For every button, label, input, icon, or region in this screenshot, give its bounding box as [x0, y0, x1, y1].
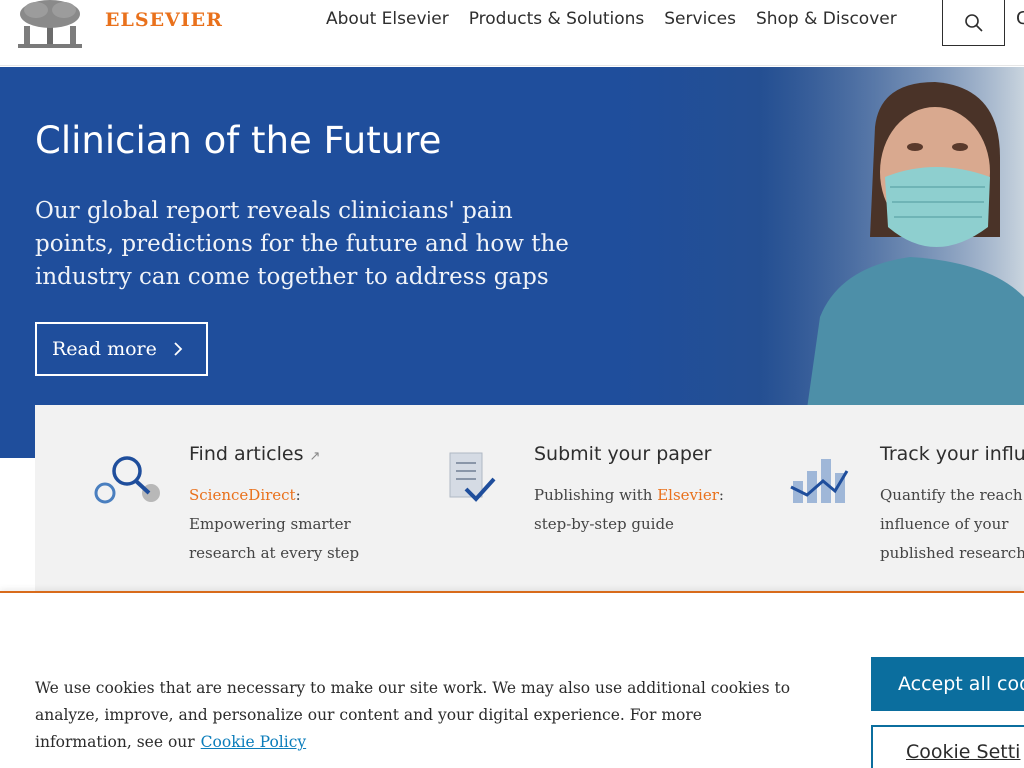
search-button[interactable] — [942, 0, 1005, 46]
card-track-influence[interactable]: Track your influ Quantify the reach infl… — [725, 405, 1024, 593]
read-more-button[interactable]: Read more — [35, 322, 208, 376]
hero-banner: Clinician of the Future Our global repor… — [0, 67, 1024, 458]
card-line: published research — [880, 544, 1024, 562]
hero-description: Our global report reveals clinicians' pa… — [35, 198, 569, 290]
nav-products[interactable]: Products & Solutions — [469, 9, 645, 29]
cookie-banner: We use cookies that are necessary to mak… — [0, 591, 1024, 768]
document-check-icon — [449, 452, 496, 502]
nav-services[interactable]: Services — [664, 9, 736, 29]
clinician-photo — [760, 67, 1024, 458]
cookie-message: We use cookies that are necessary to mak… — [35, 675, 795, 756]
card-line: Empowering smarter — [189, 515, 351, 533]
nav-about[interactable]: About Elsevier — [326, 9, 449, 29]
publishing-with-text: Publishing with — [534, 486, 658, 504]
card-find-articles[interactable]: Find articles ↗ ScienceDirect: Empowering… — [35, 405, 380, 593]
card-submit-paper[interactable]: Submit your paper Publishing with Elsevi… — [380, 405, 725, 593]
card-title-find-articles[interactable]: Find articles ↗ — [189, 443, 320, 465]
magnifier-icon — [94, 456, 160, 504]
card-text-track-influence: Quantify the reach influence of your pub… — [880, 481, 1024, 568]
bar-chart-icon — [790, 459, 849, 503]
colon-text: : — [718, 486, 724, 504]
cookie-policy-link[interactable]: Cookie Policy — [201, 733, 306, 751]
nav-overflow-glyph[interactable]: C — [1016, 8, 1024, 29]
cookie-settings-button[interactable]: Cookie Setti — [871, 725, 1024, 768]
elsevier-link[interactable]: Elsevier — [657, 486, 719, 504]
search-icon — [964, 13, 983, 32]
chevron-right-icon — [174, 342, 183, 356]
quick-links-strip: Find articles ↗ ScienceDirect: Empowering… — [35, 405, 1024, 593]
accept-all-cookies-button[interactable]: Accept all coo — [871, 657, 1024, 711]
external-link-icon: ↗ — [309, 449, 321, 464]
card-line: Quantify the reach — [880, 486, 1023, 504]
brand-wordmark[interactable]: ELSEVIER — [105, 9, 223, 31]
nav-shop[interactable]: Shop & Discover — [756, 9, 897, 29]
card-title-submit-paper[interactable]: Submit your paper — [534, 443, 711, 465]
card-title-track-influence[interactable]: Track your influ — [880, 443, 1024, 465]
card-line: influence of your — [880, 515, 1009, 533]
cookie-message-text: We use cookies that are necessary to mak… — [35, 679, 791, 751]
elsevier-tree-logo-icon[interactable] — [14, 0, 86, 50]
site-header: ELSEVIER About Elsevier Products & Solut… — [0, 0, 1024, 66]
card-text-submit-paper: Publishing with Elsevier: step-by-step g… — [534, 481, 724, 539]
read-more-label: Read more — [52, 338, 157, 360]
find-articles-label: Find articles — [189, 443, 304, 465]
card-line: step-by-step guide — [534, 515, 674, 533]
colon-text: : — [295, 486, 301, 504]
main-nav: About Elsevier Products & Solutions Serv… — [326, 9, 917, 29]
sciencedirect-link[interactable]: ScienceDirect — [189, 486, 296, 504]
card-text-find-articles: ScienceDirect: Empowering smarter resear… — [189, 481, 359, 568]
hero-title: Clinician of the Future — [35, 119, 442, 162]
card-line: research at every step — [189, 544, 360, 562]
